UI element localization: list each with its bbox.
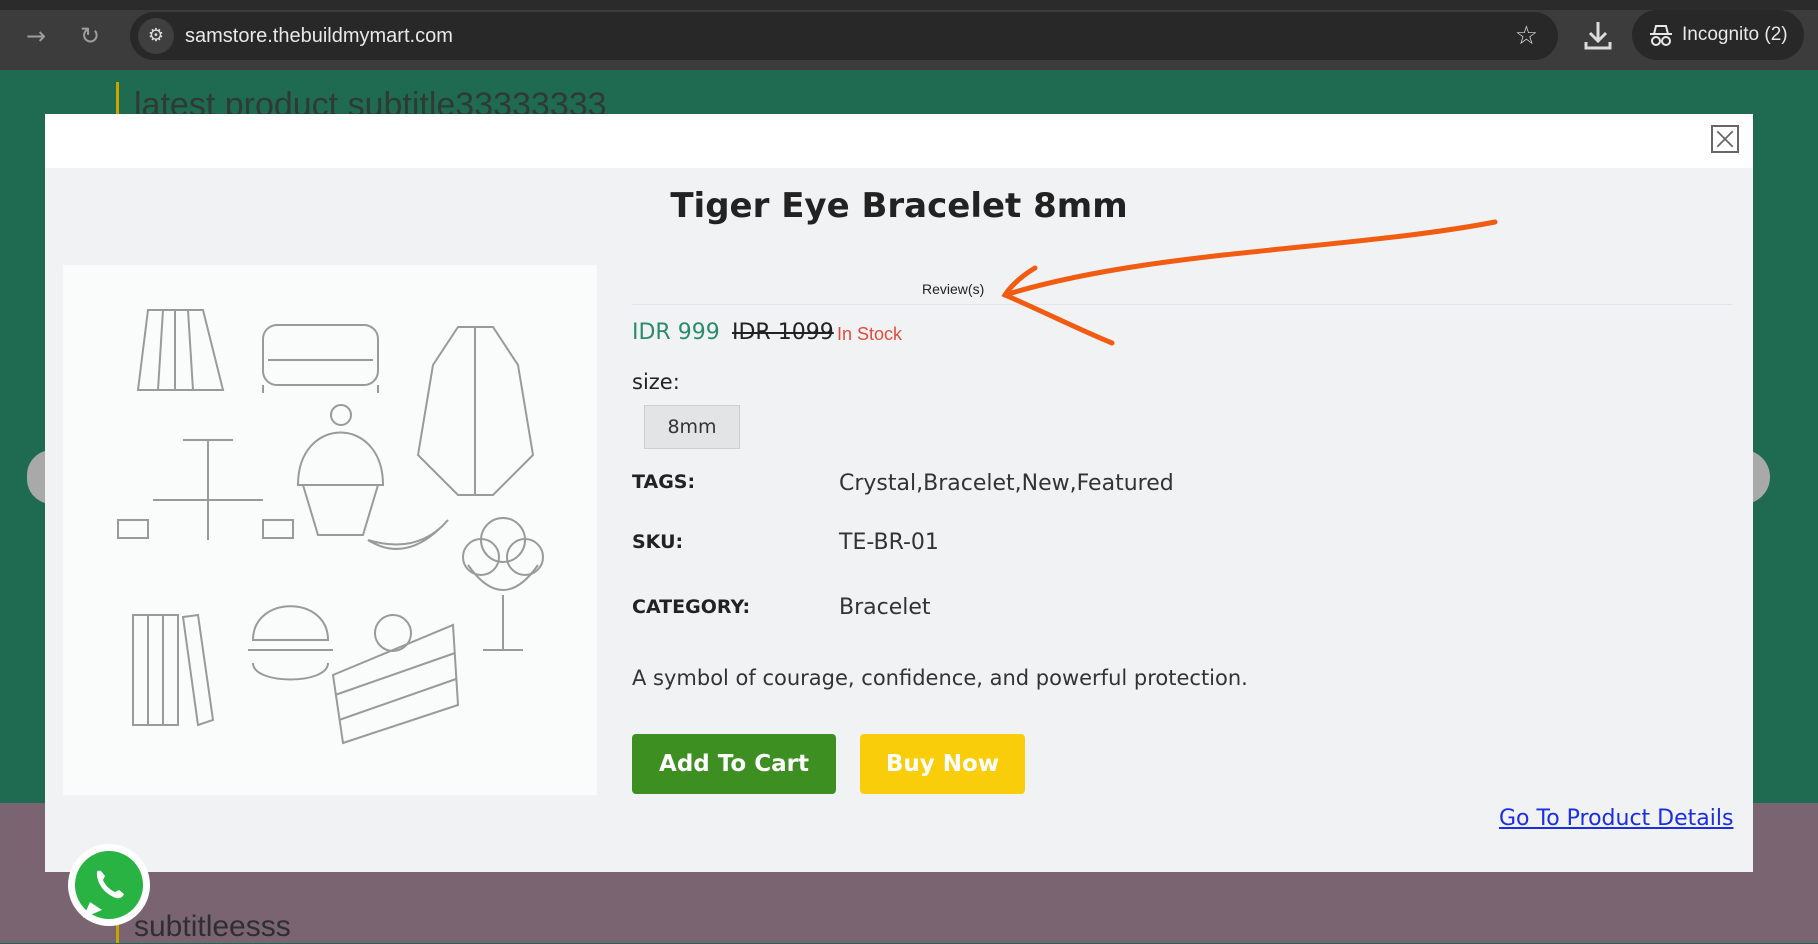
annotation-arrow: [1001, 219, 1498, 346]
whatsapp-icon[interactable]: [66, 842, 152, 928]
